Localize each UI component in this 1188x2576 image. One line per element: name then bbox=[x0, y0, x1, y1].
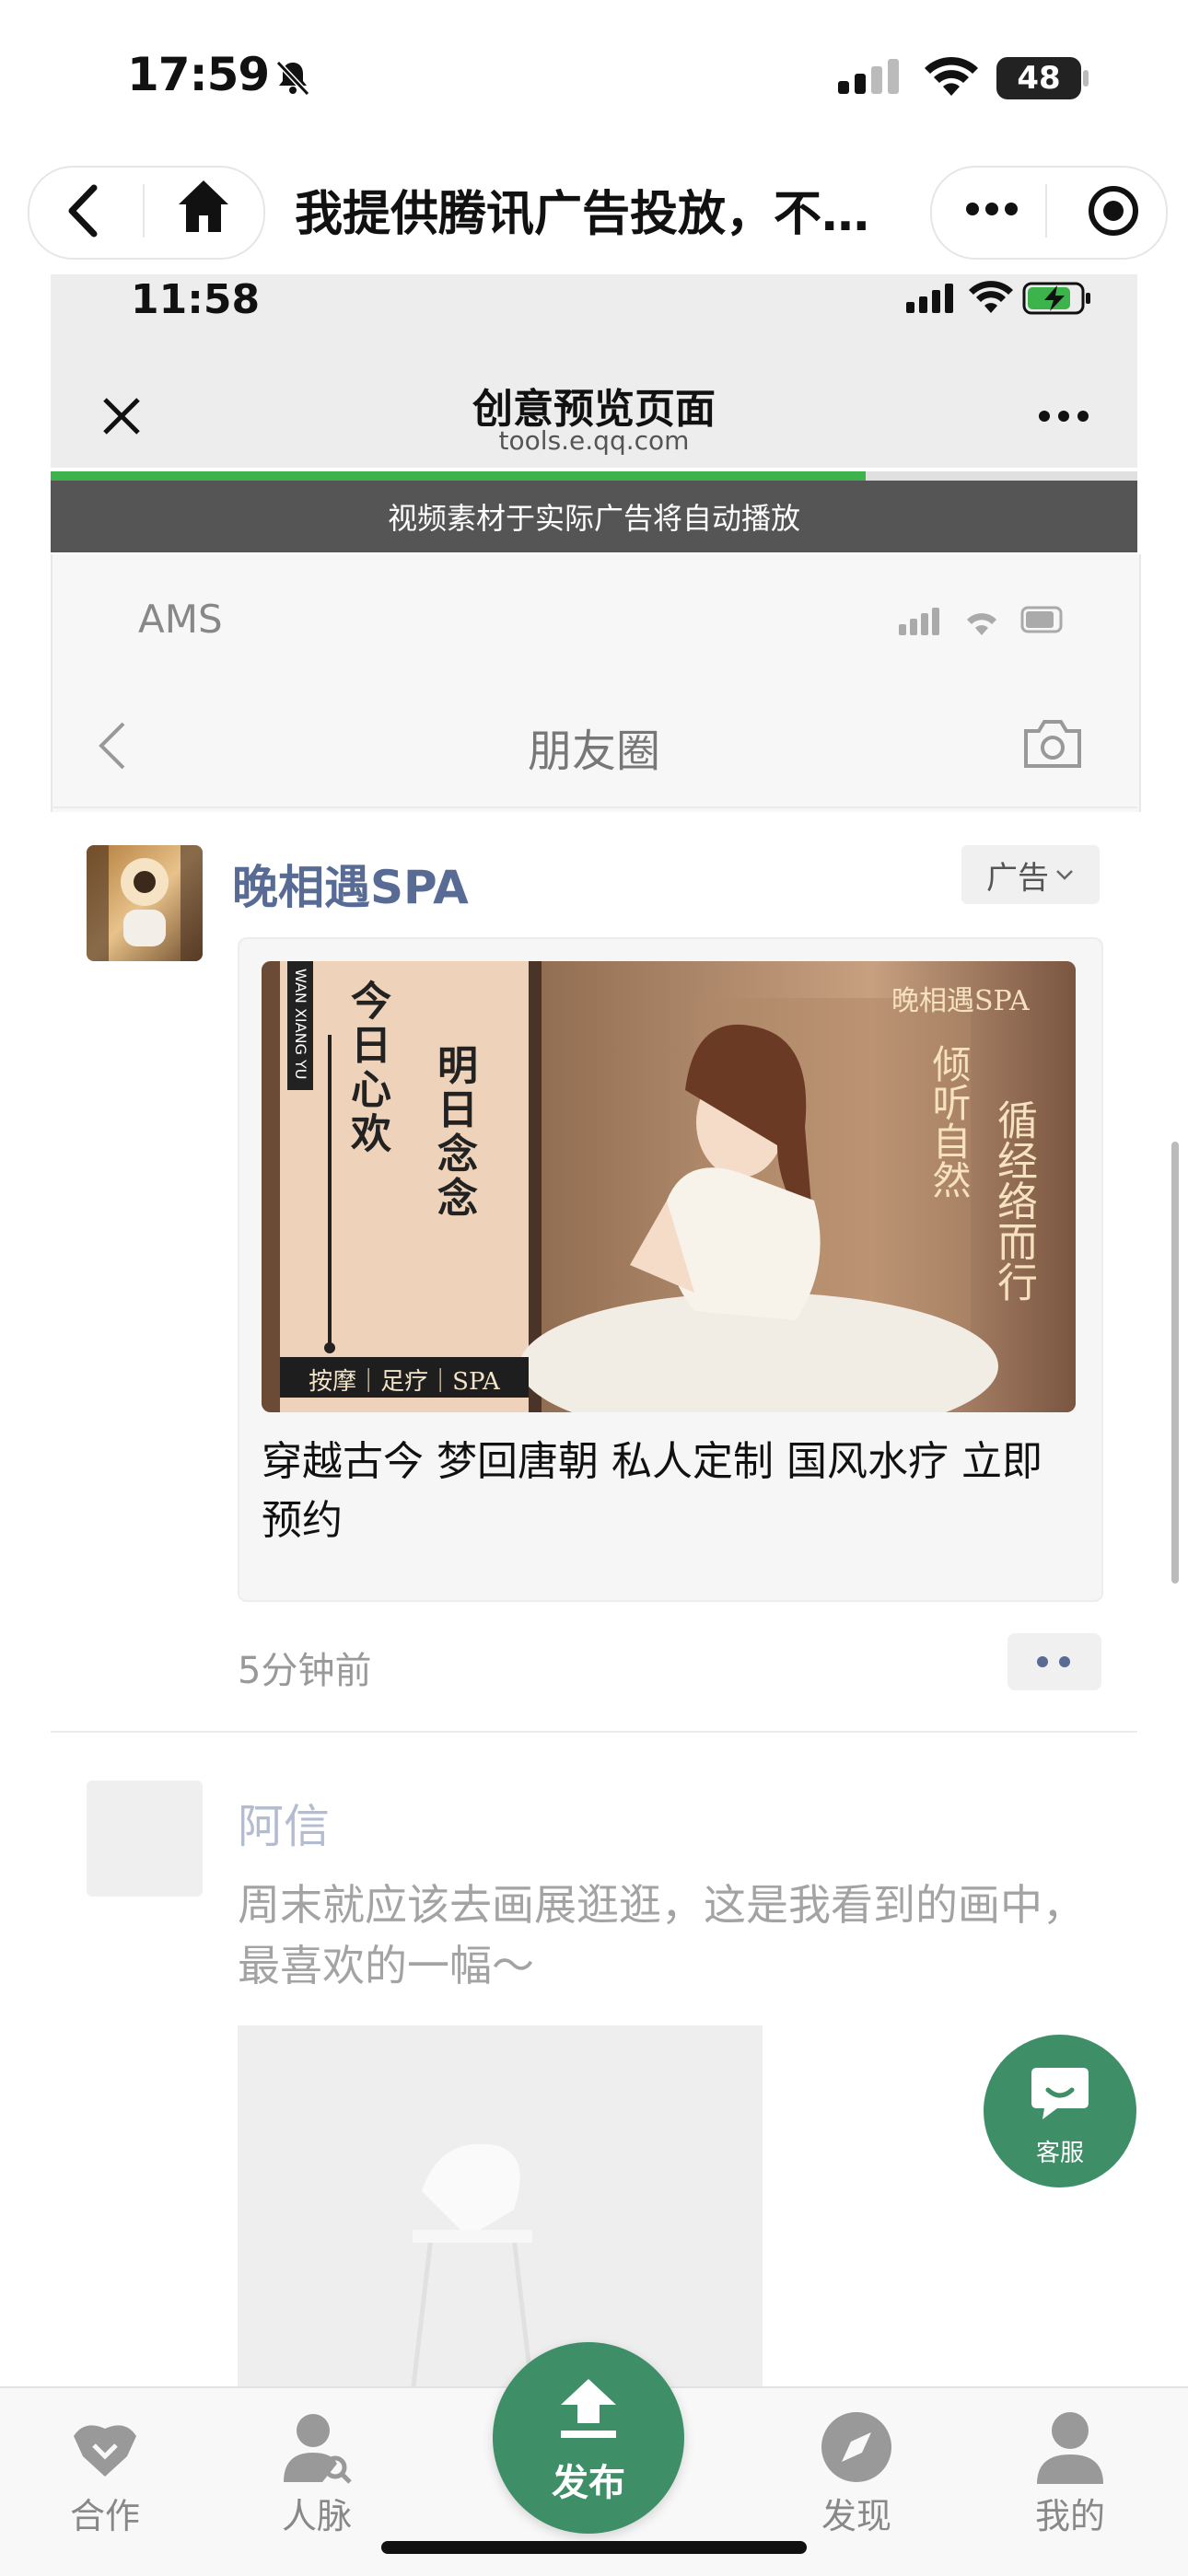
divider bbox=[51, 806, 1137, 808]
ad-headline-left-1: 今日心欢 bbox=[344, 980, 390, 1156]
more-options-icon[interactable] bbox=[963, 197, 1020, 221]
preview-signal-icon bbox=[906, 284, 953, 313]
battery-indicator: 48 bbox=[996, 57, 1081, 99]
advertiser-name[interactable]: 晚相遇SPA bbox=[232, 851, 469, 917]
ad-headline-right-1: 倾听自然 bbox=[926, 1044, 972, 1199]
capsule-divider bbox=[1045, 184, 1047, 238]
battery-cap bbox=[1083, 70, 1089, 87]
comment-like-button[interactable] bbox=[1007, 1633, 1101, 1690]
ad-pinyin: WAN XIANG YU bbox=[292, 969, 309, 1080]
preview-status-time: 11:58 bbox=[131, 276, 261, 323]
dot bbox=[1059, 1656, 1070, 1667]
status-time: 17:59 bbox=[127, 48, 270, 101]
camera-icon[interactable] bbox=[1022, 718, 1083, 770]
tab-label-discover: 发现 bbox=[821, 2496, 891, 2536]
customer-service-label: 客服 bbox=[1035, 2140, 1084, 2167]
loading-progress-fill bbox=[51, 471, 866, 481]
ad-copy[interactable]: 穿越古今 梦回唐朝 私人定制 国风水疗 立即预约 bbox=[262, 1433, 1072, 1550]
silent-bell-icon bbox=[275, 60, 310, 97]
contacts-icon bbox=[284, 2414, 352, 2484]
scrollbar[interactable] bbox=[1171, 1142, 1179, 1584]
upload-icon bbox=[561, 2379, 616, 2438]
friend-avatar[interactable] bbox=[87, 1781, 203, 1897]
ad-tag-button[interactable]: 广告 bbox=[961, 845, 1100, 904]
compass-icon bbox=[821, 2412, 891, 2482]
carrier-label: AMS bbox=[138, 597, 223, 642]
cellular-signal-icon bbox=[838, 59, 899, 94]
tab-label-cooperation: 合作 bbox=[69, 2496, 140, 2536]
ad-headline-right-2: 循经络而行 bbox=[990, 1099, 1037, 1302]
tab-label-contacts: 人脉 bbox=[281, 2496, 352, 2536]
preview-wifi-icon bbox=[969, 281, 1013, 313]
dot bbox=[1037, 1656, 1048, 1667]
friend-post-image[interactable] bbox=[238, 2025, 763, 2395]
ad-services: 按摩｜足疗｜SPA bbox=[309, 1368, 500, 1396]
preview-battery-charging-icon bbox=[1022, 282, 1090, 315]
divider bbox=[51, 1731, 1137, 1733]
home-icon[interactable] bbox=[177, 179, 230, 234]
preview-domain: tools.e.qq.com bbox=[498, 425, 690, 456]
chat-bubble-icon bbox=[1031, 2068, 1089, 2119]
ad-brand: 晚相遇SPA bbox=[891, 985, 1030, 1017]
advertiser-avatar[interactable] bbox=[87, 845, 203, 961]
preview-more-icon[interactable] bbox=[1037, 409, 1090, 424]
moments-status-icons bbox=[899, 606, 1063, 635]
page-title: 我提供腾讯广告投放，不… bbox=[295, 187, 870, 242]
home-indicator[interactable] bbox=[381, 2541, 807, 2554]
moments-title: 朋友圈 bbox=[527, 725, 660, 777]
close-miniprogram-icon[interactable] bbox=[1087, 184, 1140, 238]
post-time: 5分钟前 bbox=[238, 1650, 372, 1692]
ad-headline-left-2: 明日念念 bbox=[430, 1044, 477, 1221]
autoplay-notice: 视频素材于实际广告将自动播放 bbox=[51, 481, 1137, 552]
profile-icon bbox=[1037, 2412, 1103, 2484]
ad-image[interactable]: WAN XIANG YU 今日心欢 明日念念 按摩｜足疗｜SPA 晚相遇SPA … bbox=[262, 961, 1076, 1412]
chevron-down-icon bbox=[1056, 870, 1073, 880]
friend-name[interactable]: 阿信 bbox=[238, 1790, 330, 1856]
wifi-icon bbox=[925, 56, 978, 96]
publish-label: 发布 bbox=[552, 2462, 625, 2504]
handshake-icon bbox=[74, 2425, 136, 2477]
capsule-divider bbox=[143, 184, 145, 238]
friend-post-text: 周末就应该去画展逛逛，这是我看到的画中，最喜欢的一幅～ bbox=[238, 1880, 1085, 1990]
ad-tag-label: 广告 bbox=[986, 859, 1049, 897]
back-arrow-icon[interactable] bbox=[63, 180, 103, 241]
tab-label-profile: 我的 bbox=[1034, 2496, 1105, 2536]
autoplay-notice-text: 视频素材于实际广告将自动播放 bbox=[387, 501, 800, 536]
